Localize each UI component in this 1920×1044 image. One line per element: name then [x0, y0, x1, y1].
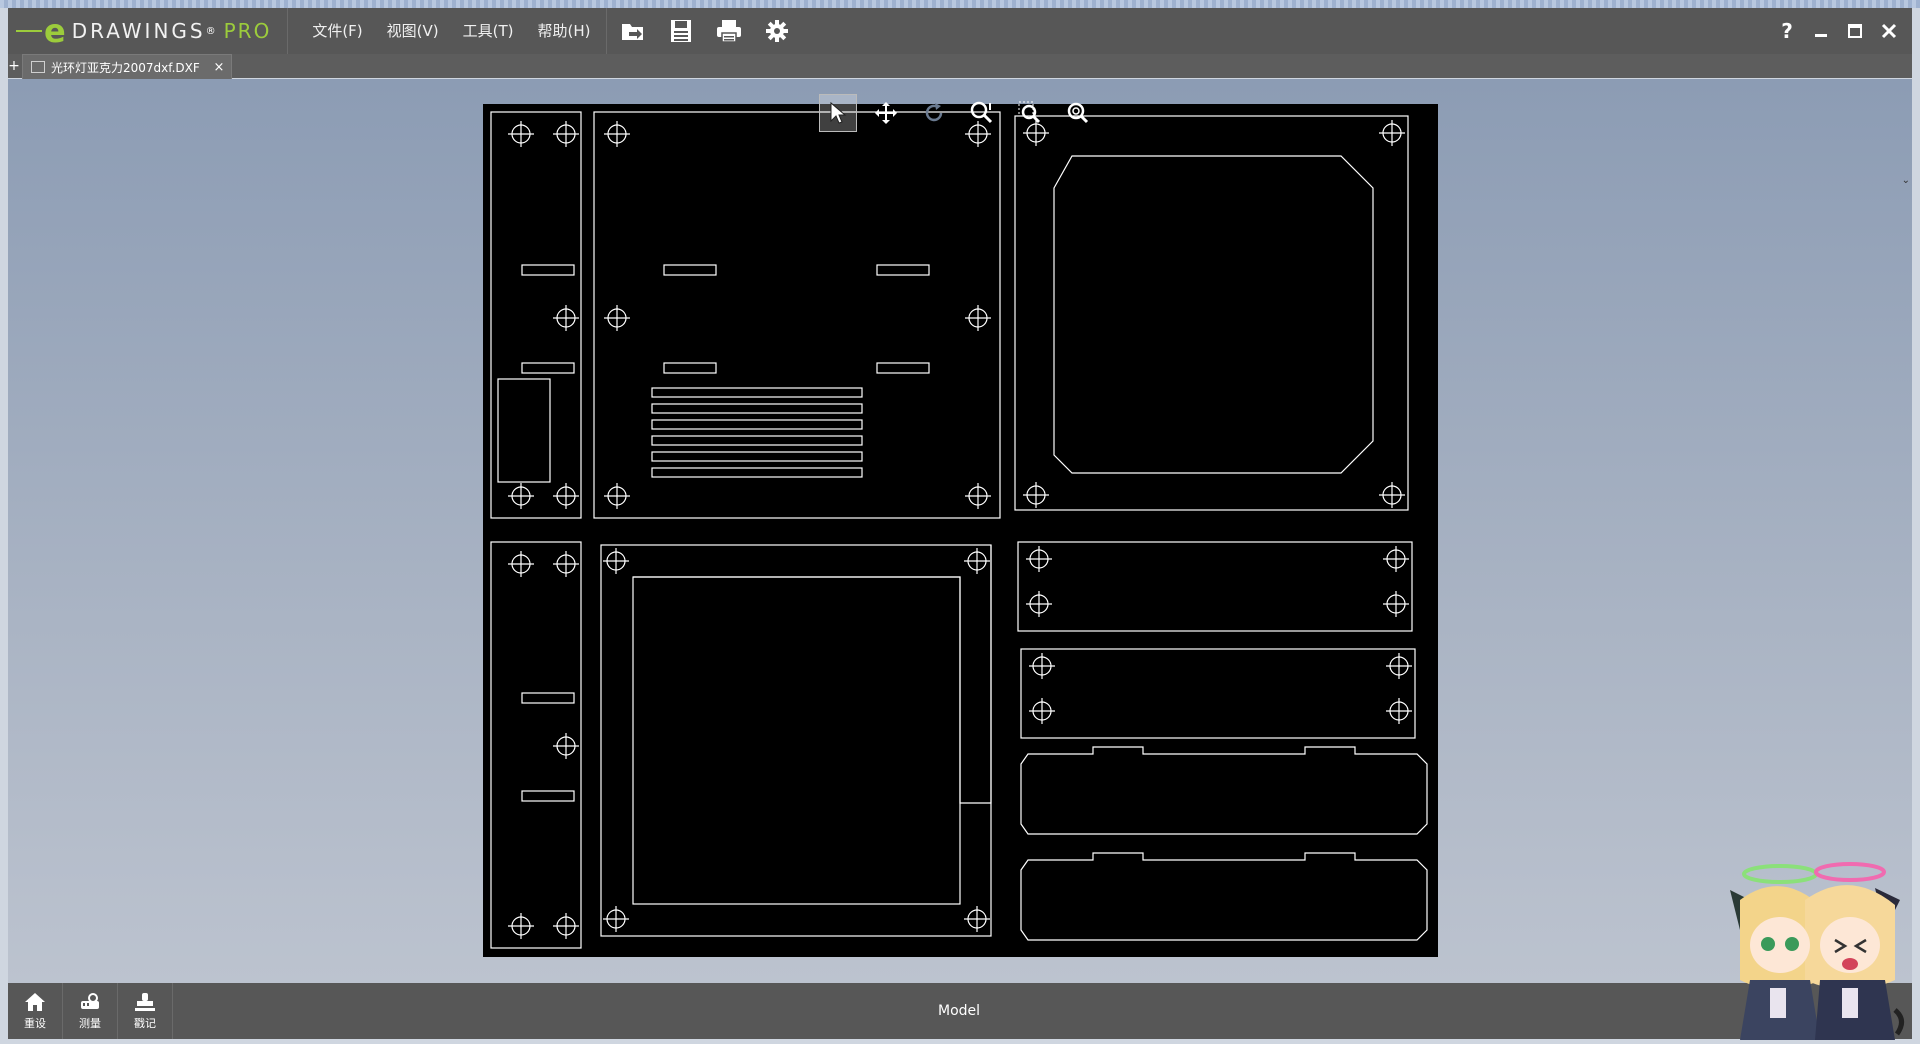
- reset-label: 重设: [24, 1017, 46, 1030]
- title-bar: e DRAWINGS ® PRO 文件(F) 视图(V) 工具(T) 帮助(H): [8, 8, 1912, 55]
- desktop-mascot-image: [1710, 860, 1910, 1040]
- maximize-icon: [1848, 24, 1862, 38]
- sheet-tab-model[interactable]: Model: [938, 1003, 980, 1019]
- logo-registered: ®: [205, 25, 216, 37]
- rotate-icon: [925, 103, 943, 122]
- pan-icon: [875, 102, 897, 124]
- save-button[interactable]: [663, 13, 699, 49]
- logo-line: [16, 30, 42, 32]
- graphics-viewport[interactable]: ⌄: [8, 79, 1912, 983]
- gear-icon: [766, 20, 789, 42]
- close-tab-button[interactable]: ×: [211, 60, 227, 75]
- strip-1: [1017, 541, 1413, 632]
- panel-right-top: [1014, 115, 1409, 511]
- scroll-indicator-icon: ⌄: [1901, 175, 1910, 186]
- maximize-button[interactable]: [1838, 14, 1872, 48]
- strip-2: [1020, 648, 1416, 739]
- menu-bar: 文件(F) 视图(V) 工具(T) 帮助(H): [288, 8, 602, 54]
- select-tool-button[interactable]: [819, 94, 857, 132]
- panel-center-top: [593, 111, 1001, 519]
- home-icon: [25, 993, 45, 1011]
- pan-tool-button[interactable]: [867, 94, 905, 132]
- panel-left-top: [490, 111, 582, 519]
- zoom-to-area-button[interactable]: [1011, 94, 1049, 132]
- select-icon: [830, 101, 847, 124]
- settings-button[interactable]: [759, 13, 795, 49]
- edrawings-window: e DRAWINGS ® PRO 文件(F) 视图(V) 工具(T) 帮助(H): [8, 8, 1912, 1039]
- window-top-strip: [0, 0, 1920, 8]
- bottom-toolbar: 重设 测量 戳记 Model: [8, 983, 1912, 1039]
- close-window-button[interactable]: [1872, 14, 1906, 48]
- new-tab-button[interactable]: +: [8, 56, 20, 76]
- logo-word: DRAWINGS: [71, 19, 206, 43]
- menu-tools[interactable]: 工具(T): [451, 8, 526, 54]
- document-tab[interactable]: 光环灯亚克力2007dxf.DXF ×: [22, 54, 232, 79]
- measure-label: 测量: [79, 1017, 101, 1030]
- print-button[interactable]: [711, 13, 747, 49]
- menu-help[interactable]: 帮助(H): [526, 8, 603, 54]
- menu-view[interactable]: 视图(V): [375, 8, 451, 54]
- stamp-button[interactable]: 戳记: [118, 983, 173, 1039]
- open-button[interactable]: [615, 13, 651, 49]
- drawing-geometry: [490, 111, 1428, 949]
- rotate-tool-button[interactable]: [915, 94, 953, 132]
- zoom-icon: [970, 101, 993, 124]
- view-toolbar: [819, 94, 1107, 132]
- tab-strip-1: [1020, 746, 1428, 835]
- document-tab-title: 光环灯亚克力2007dxf.DXF: [51, 60, 200, 75]
- logo-e-glyph: e: [44, 12, 66, 50]
- stamp-label: 戳记: [134, 1017, 156, 1030]
- open-folder-icon: [622, 24, 644, 40]
- help-button[interactable]: ?: [1770, 14, 1804, 48]
- edrawings-logo: e DRAWINGS ® PRO: [8, 8, 289, 54]
- document-tab-bar: + 光环灯亚克力2007dxf.DXF ×: [8, 54, 1912, 79]
- tab-strip-2: [1020, 852, 1428, 941]
- zoom-to-area-icon: [1018, 101, 1041, 124]
- toolbar-separator: [606, 8, 608, 54]
- menu-file[interactable]: 文件(F): [300, 8, 374, 54]
- zoom-to-fit-button[interactable]: [1059, 94, 1097, 132]
- stamp-icon: [135, 993, 155, 1011]
- print-icon: [717, 20, 742, 43]
- measure-icon: [81, 993, 99, 1009]
- minimize-icon: [1815, 34, 1827, 37]
- reset-button[interactable]: 重设: [8, 983, 63, 1039]
- minimize-button[interactable]: [1804, 14, 1838, 48]
- save-icon: [671, 20, 692, 42]
- close-icon: [1881, 23, 1897, 39]
- window-controls: ?: [1770, 8, 1906, 54]
- mascot-illustration: [1730, 862, 1904, 1040]
- logo-pro: PRO: [223, 19, 272, 43]
- dxf-drawing-canvas[interactable]: [483, 104, 1438, 957]
- panel-left-bottom: [490, 541, 582, 949]
- zoom-tool-button[interactable]: [963, 94, 1001, 132]
- zoom-to-fit-icon: [1067, 102, 1089, 124]
- panel-center-bottom: [600, 544, 992, 937]
- measure-button[interactable]: 测量: [63, 983, 118, 1039]
- document-icon: [31, 61, 45, 73]
